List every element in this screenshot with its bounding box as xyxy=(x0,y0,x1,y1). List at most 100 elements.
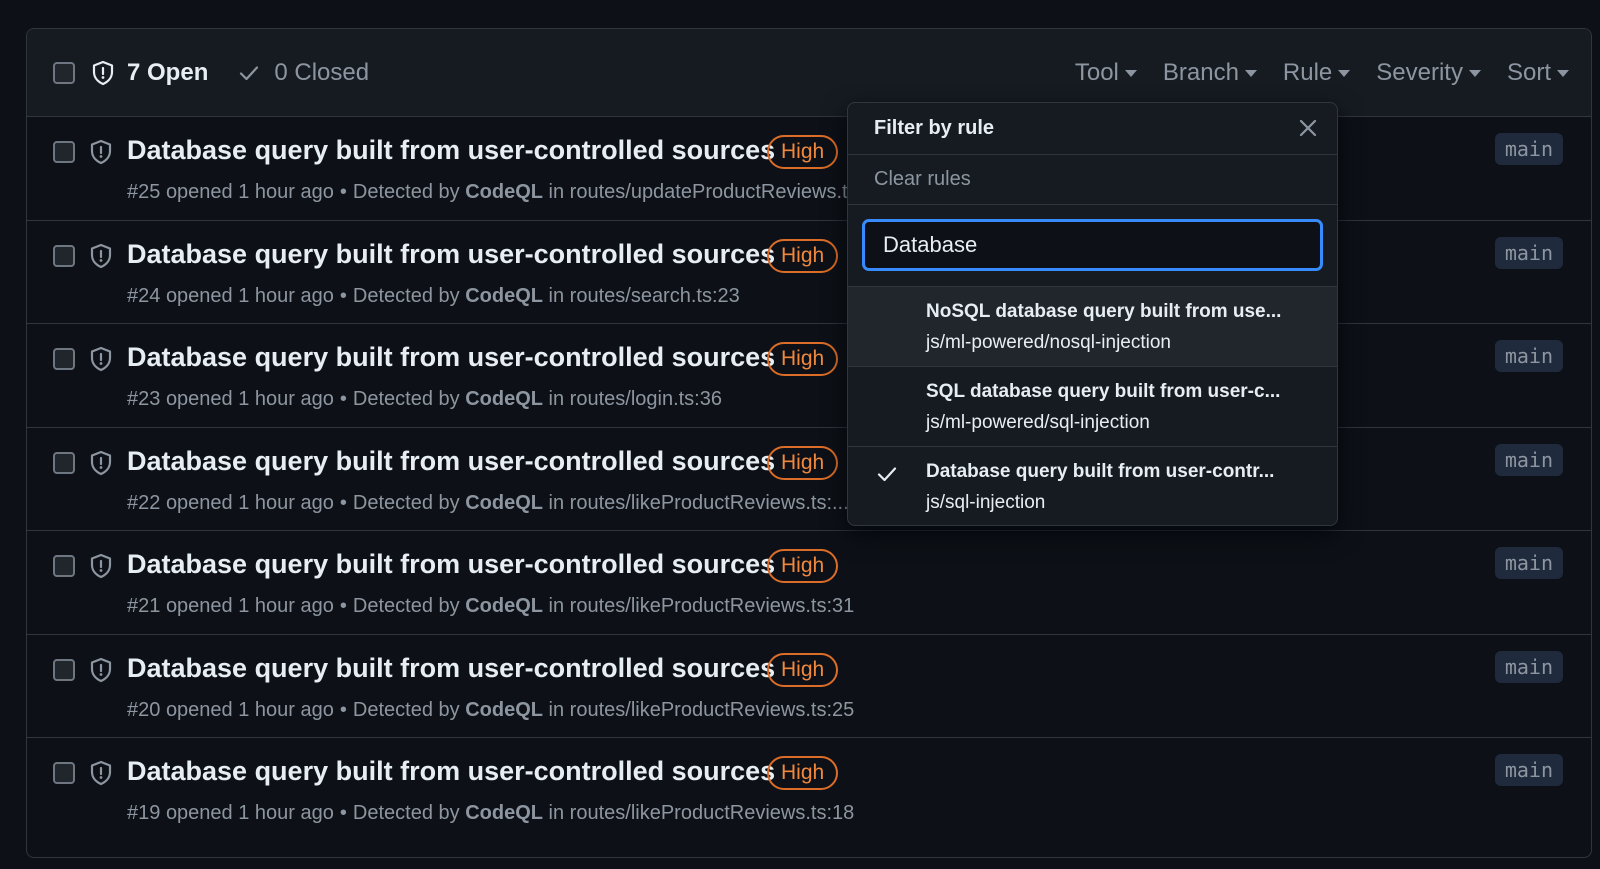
alert-location: routes/likeProductReviews.ts:31 xyxy=(569,595,855,617)
alert-meta: #19 opened 1 hour ago • Detected by CodeQL… xyxy=(127,802,855,824)
alert-row[interactable]: Database query built from user-controlle… xyxy=(27,221,1591,324)
alert-location: routes/likeProductReviews.ts:18 xyxy=(569,802,855,824)
tool-name: CodeQL xyxy=(465,802,543,824)
alert-number: #19 xyxy=(127,802,161,824)
alert-meta: #22 opened 1 hour ago • Detected by CodeQL… xyxy=(127,491,849,514)
filter-severity[interactable]: Severity xyxy=(1376,59,1481,87)
rule-option[interactable]: NoSQL database query built from use... j… xyxy=(848,287,1337,367)
filter-label: Rule xyxy=(1282,59,1333,86)
severity-badge: High xyxy=(767,342,839,376)
branch-label[interactable]: main xyxy=(1494,340,1563,372)
shield-icon xyxy=(90,243,112,268)
in-label: in xyxy=(548,284,565,307)
branch-label[interactable]: main xyxy=(1494,547,1563,579)
row-checkbox[interactable] xyxy=(53,658,75,681)
row-checkbox[interactable] xyxy=(53,244,75,267)
filter-label: Tool xyxy=(1074,59,1119,86)
alert-title-link[interactable]: Database query built from user-controlle… xyxy=(127,342,775,373)
alert-opened: opened 1 hour ago xyxy=(165,491,334,514)
severity-badge: High xyxy=(767,756,839,790)
row-checkbox[interactable] xyxy=(53,762,75,784)
close-icon[interactable] xyxy=(1297,117,1319,139)
alert-location: routes/updateProductReviews.ts:18 xyxy=(569,181,886,203)
tool-name: CodeQL xyxy=(465,284,543,307)
rule-search-wrap xyxy=(848,205,1337,287)
tool-name: CodeQL xyxy=(465,595,543,617)
select-all-checkbox[interactable] xyxy=(53,61,75,84)
open-count-tab[interactable]: 7 Open xyxy=(127,59,208,87)
branch-label[interactable]: main xyxy=(1494,650,1563,683)
alert-title-link[interactable]: Database query built from user-controlle… xyxy=(127,549,775,580)
check-icon xyxy=(877,467,897,482)
rule-option-title: SQL database query built from user-c... xyxy=(926,381,1281,402)
alert-opened: opened 1 hour ago xyxy=(165,181,334,203)
detected-by-label: Detected by xyxy=(352,698,460,721)
severity-badge: High xyxy=(767,445,839,480)
alert-meta: #23 opened 1 hour ago • Detected by CodeQL… xyxy=(127,388,722,410)
alert-row[interactable]: Database query built from user-controlle… xyxy=(27,531,1591,635)
detected-by-label: Detected by xyxy=(352,181,460,203)
alerts-panel: 7 Open 0 Closed Tool Branch Rule Severit… xyxy=(26,28,1592,858)
row-checkbox[interactable] xyxy=(53,451,75,474)
filter-branch[interactable]: Branch xyxy=(1163,59,1257,87)
alert-row[interactable]: Database query built from user-controlle… xyxy=(27,635,1591,738)
detected-by-label: Detected by xyxy=(352,802,460,824)
tool-name: CodeQL xyxy=(465,388,543,410)
caret-down-icon xyxy=(1244,69,1257,77)
rule-option-id: js/ml-powered/nosql-injection xyxy=(926,332,1171,353)
alert-number: #22 xyxy=(127,491,161,514)
row-checkbox[interactable] xyxy=(53,141,75,163)
rule-option[interactable]: SQL database query built from user-c... … xyxy=(848,367,1337,447)
tool-name: CodeQL xyxy=(465,491,543,514)
shield-icon xyxy=(90,657,112,682)
shield-icon xyxy=(90,139,112,165)
detected-by-label: Detected by xyxy=(352,388,460,410)
dropdown-header: Filter by rule xyxy=(848,103,1337,155)
filter-sort[interactable]: Sort xyxy=(1507,59,1569,87)
clear-rules-button[interactable]: Clear rules xyxy=(848,155,1337,205)
severity-badge: High xyxy=(767,238,839,273)
tool-name: CodeQL xyxy=(465,181,543,203)
detected-by-label: Detected by xyxy=(352,284,460,307)
alert-meta: #20 opened 1 hour ago • Detected by CodeQL… xyxy=(127,698,855,721)
alert-title-link[interactable]: Database query built from user-controlle… xyxy=(127,653,775,684)
alert-row[interactable]: Database query built from user-controlle… xyxy=(27,324,1591,428)
rule-option-selected[interactable]: Database query built from user-contr... … xyxy=(848,447,1337,525)
filter-label: Severity xyxy=(1376,59,1463,86)
branch-label[interactable]: main xyxy=(1494,133,1563,165)
alert-meta: #25 opened 1 hour ago • Detected by CodeQL… xyxy=(127,181,886,203)
alert-number: #20 xyxy=(127,698,161,721)
row-checkbox[interactable] xyxy=(53,555,75,577)
branch-label[interactable]: main xyxy=(1494,443,1563,476)
in-label: in xyxy=(548,491,565,514)
alert-title-link[interactable]: Database query built from user-controlle… xyxy=(127,446,775,477)
severity-badge: High xyxy=(767,652,839,687)
alert-title-link[interactable]: Database query built from user-controlle… xyxy=(127,135,775,166)
alert-title-link[interactable]: Database query built from user-controlle… xyxy=(127,756,775,787)
filter-rule[interactable]: Rule xyxy=(1282,59,1351,87)
severity-badge: High xyxy=(767,135,839,169)
filter-tool[interactable]: Tool xyxy=(1075,59,1137,87)
in-label: in xyxy=(548,388,565,410)
alert-opened: opened 1 hour ago xyxy=(165,595,334,617)
alert-opened: opened 1 hour ago xyxy=(165,284,334,307)
alert-row[interactable]: Database query built from user-controlle… xyxy=(27,428,1591,531)
branch-label[interactable]: main xyxy=(1494,754,1563,786)
detected-by-label: Detected by xyxy=(352,491,460,514)
rule-option-id: js/sql-injection xyxy=(926,492,1046,513)
alert-number: #21 xyxy=(127,595,161,617)
alert-row[interactable]: Database query built from user-controlle… xyxy=(27,117,1591,221)
severity-badge: High xyxy=(767,549,839,583)
alert-opened: opened 1 hour ago xyxy=(165,802,334,824)
row-checkbox[interactable] xyxy=(53,348,75,370)
closed-count-tab[interactable]: 0 Closed xyxy=(274,59,369,87)
caret-down-icon xyxy=(1557,69,1569,77)
rule-search-input[interactable] xyxy=(862,219,1323,271)
dropdown-title: Filter by rule xyxy=(874,117,995,139)
shield-icon xyxy=(90,553,112,579)
branch-label[interactable]: main xyxy=(1494,236,1563,269)
alert-row[interactable]: Database query built from user-controlle… xyxy=(27,738,1591,842)
alert-title-link[interactable]: Database query built from user-controlle… xyxy=(127,239,775,270)
shield-icon xyxy=(92,60,114,85)
caret-down-icon xyxy=(1468,69,1481,77)
